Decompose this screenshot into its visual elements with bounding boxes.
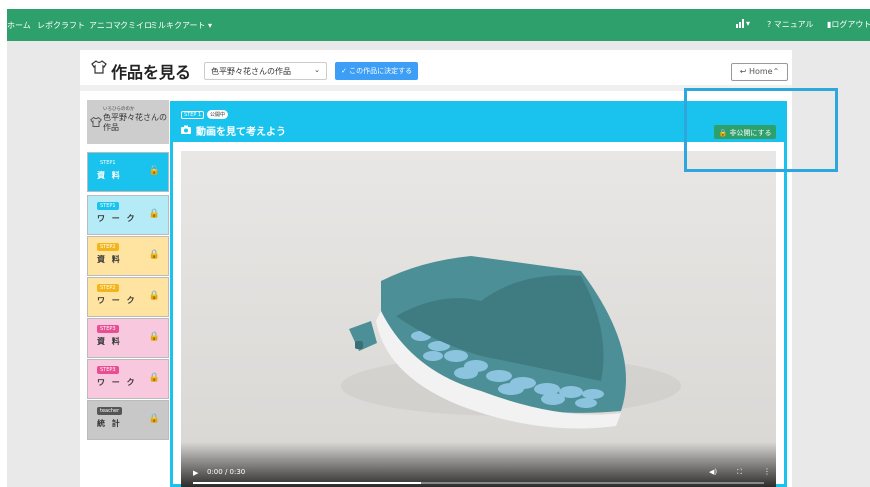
- caret-icon: ⌃: [772, 67, 780, 76]
- shirt-icon: [90, 116, 102, 127]
- step-label: ワ ー ク: [97, 296, 137, 305]
- page-title: 作品を見る: [111, 63, 192, 82]
- step-badge: STEP2: [97, 243, 119, 251]
- sidebar-step-item[interactable]: STEP3 資 料 🔒: [87, 318, 169, 358]
- step-label: 統 計: [97, 419, 122, 428]
- lock-icon: 🔒: [148, 250, 160, 260]
- logout-link[interactable]: ▮ログアウト: [827, 19, 870, 30]
- manual-link[interactable]: ? マニュアル: [767, 19, 814, 30]
- step-badge: STEP3: [97, 325, 119, 333]
- lock-icon: 🔒: [148, 209, 160, 219]
- lock-icon: 🔒: [148, 332, 160, 342]
- step-label: 資 料: [97, 255, 122, 264]
- sidebar-step-item[interactable]: STEP1 ワ ー ク 🔒: [87, 195, 169, 235]
- more-options-icon[interactable]: ⋮: [763, 467, 771, 476]
- sidebar-step-item[interactable]: STEP2 ワ ー ク 🔒: [87, 277, 169, 317]
- work-owner-tile: いろひらののか 色平野々花さんの作品: [87, 100, 169, 144]
- owner-reading: いろひらののか: [103, 107, 135, 112]
- video-player[interactable]: ▶ 0:00 / 0:30 ◀) ⛶ ⋮: [181, 151, 776, 487]
- nav-milkiquart[interactable]: ミルキクアート ▾: [150, 20, 212, 31]
- video-progress-fill: [193, 482, 422, 484]
- video-progress-bar[interactable]: [193, 482, 764, 484]
- step-badge: STEP3: [97, 366, 119, 374]
- video-frame-image: [181, 151, 776, 487]
- step-label: ワ ー ク: [97, 214, 137, 223]
- step-badge: STEP2: [97, 284, 119, 292]
- decide-work-button[interactable]: ✓ この作品に決定する: [335, 62, 418, 80]
- app-frame: ホーム レポクラフト アニコマ クミイロ ミルキクアート ▾ ▾ ? マニュアル…: [7, 9, 870, 487]
- sidebar-step-item[interactable]: STEP3 ワ ー ク 🔒: [87, 359, 169, 399]
- step-badge: teacher: [97, 407, 123, 415]
- lock-icon: 🔒: [148, 373, 160, 383]
- thumb-icon: ✓: [341, 67, 347, 75]
- nav-home[interactable]: ホーム: [7, 20, 31, 31]
- stats-menu[interactable]: ▾: [736, 19, 750, 28]
- sidebar-step-item[interactable]: STEP2 資 料 🔒: [87, 236, 169, 276]
- volume-icon[interactable]: ◀): [709, 468, 717, 476]
- sidebar-step-item[interactable]: teacher 統 計 🔒: [87, 400, 169, 440]
- home-button[interactable]: ↩ Home⌃: [731, 63, 788, 81]
- status-badge: 公開中: [207, 110, 229, 119]
- stats-caret: ▾: [746, 19, 751, 28]
- return-icon: ↩: [739, 67, 747, 76]
- step-label: 資 料: [97, 337, 122, 346]
- logout-label: ログアウト: [831, 20, 870, 29]
- play-icon[interactable]: ▶: [193, 469, 198, 477]
- chevron-down-icon: ⌄: [314, 66, 320, 74]
- help-icon: ?: [767, 20, 772, 29]
- step-badge: STEP 1: [181, 111, 205, 119]
- step-badge: STEP1: [97, 202, 119, 210]
- video-controls: ▶ 0:00 / 0:30 ◀) ⛶ ⋮: [181, 442, 776, 487]
- panel-title: 動画を見て考えよう: [196, 127, 286, 138]
- manual-label: マニュアル: [773, 20, 814, 29]
- nav-kumiiro[interactable]: クミイロ: [120, 20, 152, 31]
- nav-anikoma[interactable]: アニコマ: [89, 20, 121, 31]
- decide-label: この作品に決定する: [349, 67, 413, 75]
- top-navbar: ホーム レポクラフト アニコマ クミイロ ミルキクアート ▾ ▾ ? マニュアル…: [7, 9, 870, 41]
- lock-icon: 🔒: [148, 414, 160, 424]
- page-header: 作品を見る 色平野々花さんの作品 ⌄ ✓ この作品に決定する ↩ Home⌃: [80, 50, 792, 91]
- unlock-icon: 🔓: [148, 166, 160, 176]
- step-badge: STEP1: [97, 159, 119, 167]
- sidebar-step-item[interactable]: STEP1 資 料 🔓: [87, 152, 169, 192]
- camera-icon: [181, 125, 191, 134]
- owner-work-name: 色平野々花さんの作品: [103, 113, 167, 132]
- work-select[interactable]: 色平野々花さんの作品 ⌄: [204, 62, 327, 80]
- step-label: 資 料: [97, 171, 122, 180]
- lock-icon: 🔒: [148, 291, 160, 301]
- video-time: 0:00 / 0:30: [207, 468, 246, 476]
- shirt-icon: [91, 60, 107, 74]
- home-label: Home: [748, 67, 773, 76]
- chart-icon: [736, 19, 744, 28]
- highlight-box: [684, 88, 838, 172]
- nav-repocraft[interactable]: レポクラフト: [37, 20, 85, 31]
- work-select-value: 色平野々花さんの作品: [211, 67, 291, 76]
- step-label: ワ ー ク: [97, 378, 137, 387]
- fullscreen-icon[interactable]: ⛶: [737, 468, 742, 477]
